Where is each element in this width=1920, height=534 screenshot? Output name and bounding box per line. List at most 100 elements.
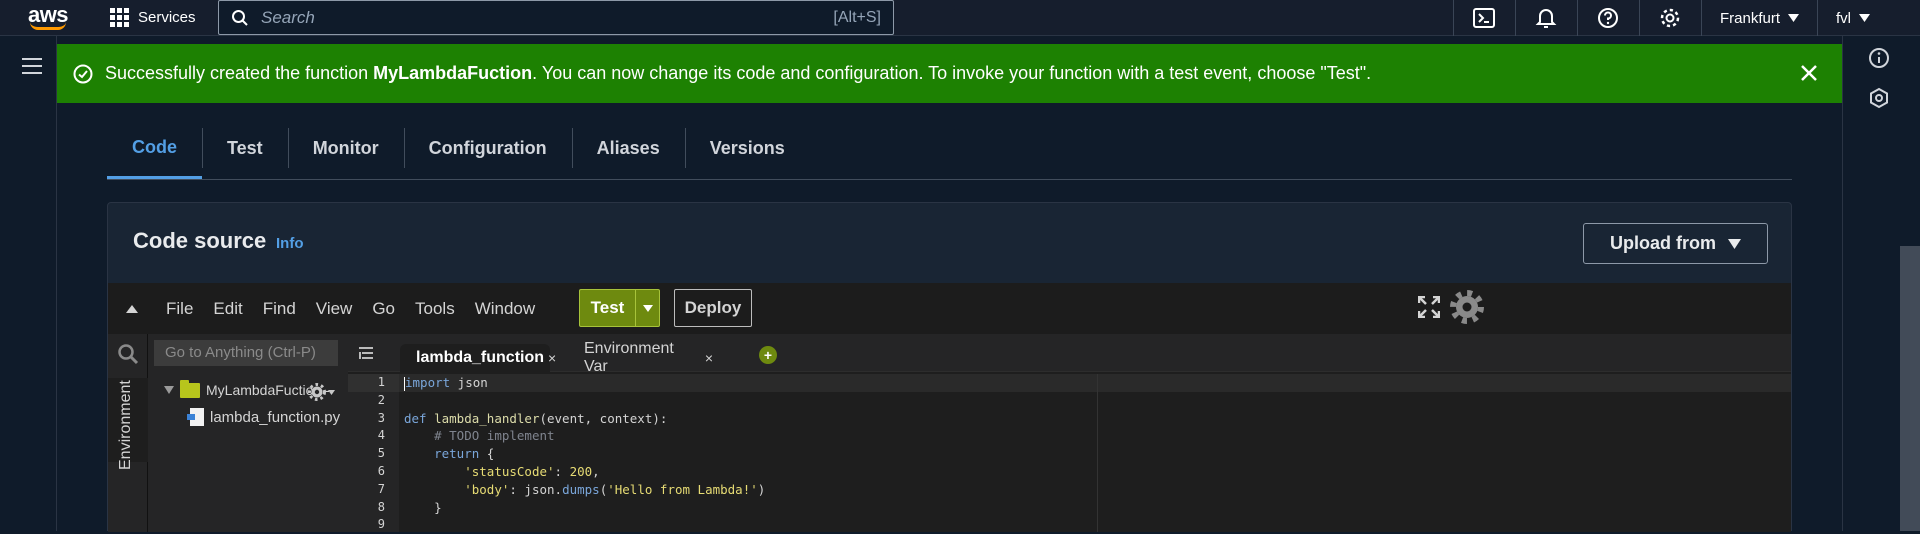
aws-smile-icon	[30, 22, 66, 30]
print-margin	[1097, 374, 1098, 532]
editor-tab-label: Environment Var	[584, 340, 674, 375]
grid-icon	[110, 7, 130, 28]
tab-versions[interactable]: Versions	[684, 118, 810, 179]
file-tree: Go to Anything (Ctrl-P) MyLambdaFuction …	[148, 334, 348, 532]
add-tab-button[interactable]: +	[759, 346, 777, 364]
bell-icon	[1536, 9, 1557, 28]
file-name: lambda_function.py	[210, 408, 341, 426]
search-placeholder: Search	[261, 7, 315, 27]
line-number: 7	[377, 481, 385, 496]
success-check-icon	[73, 64, 93, 83]
settings-icon	[1661, 8, 1680, 28]
menu-edit[interactable]: Edit	[203, 299, 252, 319]
search-icon[interactable]	[117, 343, 139, 365]
menu-tools[interactable]: Tools	[405, 299, 465, 319]
editor-tab-environment-var[interactable]: Environment Var ×	[568, 340, 723, 375]
flash-function-name: MyLambdaFuction	[373, 63, 533, 83]
function-tabs: Code Test Monitor Configuration Aliases …	[107, 118, 1792, 180]
environment-label: Environment	[117, 380, 134, 470]
info-panel-button[interactable]	[1867, 46, 1891, 70]
region-label: Frankfurt	[1719, 9, 1780, 27]
tree-file[interactable]: lambda_function.py	[187, 408, 341, 426]
python-file-icon	[187, 408, 204, 426]
line-number: 6	[377, 463, 385, 478]
help-icon	[1598, 8, 1619, 28]
menu-view[interactable]: View	[306, 299, 363, 319]
caret-down-icon	[1859, 14, 1870, 22]
menu-window[interactable]: Window	[465, 299, 545, 319]
fullscreen-icon[interactable]	[1418, 296, 1440, 318]
code-line: return {	[434, 446, 495, 462]
services-label: Services	[138, 9, 196, 26]
region-selector[interactable]: Frankfurt	[1700, 0, 1817, 36]
page-scrollbar[interactable]	[1900, 246, 1920, 531]
line-number: 2	[377, 392, 385, 407]
collapse-toggle[interactable]	[108, 283, 156, 334]
environment-tab[interactable]: Environment	[108, 378, 148, 470]
close-icon[interactable]	[1796, 60, 1822, 86]
line-number: 5	[377, 446, 385, 461]
ide-settings-gear-icon[interactable]	[1450, 290, 1484, 324]
ide-menu-bar: File Edit Find View Go Tools Window Test…	[108, 283, 1791, 334]
caret-down-icon	[1788, 14, 1799, 22]
editor-tab-label: lambda_function	[416, 349, 545, 366]
user-menu[interactable]: fvl	[1817, 0, 1920, 36]
services-menu-button[interactable]: Services	[110, 0, 196, 36]
top-navigation: aws Services Search [Alt+S] Frankfurt fv…	[0, 0, 1920, 36]
search-input[interactable]: Search [Alt+S]	[218, 0, 894, 35]
caret-down-icon	[328, 389, 335, 395]
code-line: 'body': json.dumps('Hello from Lambda!')	[464, 481, 766, 497]
search-shortcut: [Alt+S]	[833, 8, 881, 26]
cloudshell-button[interactable]	[1452, 0, 1515, 36]
editor-tab-bar: lambda_function × Environment Var × +	[348, 334, 1791, 375]
code-text-area[interactable]: import json def lambda_handler(event, co…	[399, 374, 1791, 532]
deploy-button[interactable]: Deploy	[674, 289, 752, 327]
tab-monitor[interactable]: Monitor	[287, 118, 404, 179]
aws-logo[interactable]: aws	[0, 0, 96, 36]
tab-test[interactable]: Test	[202, 118, 288, 179]
caret-down-icon	[1728, 238, 1741, 249]
resources-panel-button[interactable]	[1867, 86, 1891, 110]
tree-settings-button[interactable]	[308, 383, 335, 401]
close-tab-icon[interactable]: ×	[548, 350, 556, 366]
tab-aliases[interactable]: Aliases	[571, 118, 685, 179]
environment-rail: Environment	[108, 334, 148, 532]
test-button[interactable]: Test	[579, 289, 660, 327]
upload-from-button[interactable]: Upload from	[1583, 223, 1768, 264]
flash-message: Successfully created the function MyLamb…	[105, 63, 1371, 84]
tab-menu-icon[interactable]	[358, 346, 376, 360]
line-number: 3	[377, 410, 385, 425]
notifications-button[interactable]	[1514, 0, 1577, 36]
code-line: }	[404, 499, 442, 515]
test-label: Test	[580, 290, 636, 326]
menu-file[interactable]: File	[156, 299, 203, 319]
editor-tab-lambda-function[interactable]: lambda_function ×	[400, 344, 556, 372]
test-dropdown[interactable]	[636, 290, 659, 326]
close-tab-icon[interactable]: ×	[705, 350, 713, 366]
menu-go[interactable]: Go	[362, 299, 405, 319]
hexagon-icon	[1870, 87, 1888, 109]
line-number: 9	[377, 517, 385, 532]
info-link[interactable]: Info	[276, 235, 304, 252]
folder-icon	[180, 379, 200, 398]
goto-anything-input[interactable]: Go to Anything (Ctrl-P)	[154, 340, 338, 366]
caret-down-icon	[642, 304, 653, 312]
menu-find[interactable]: Find	[253, 299, 306, 319]
line-number-gutter: 1 2 3 4 5 6 7 8 9	[348, 374, 399, 532]
search-icon	[232, 9, 248, 26]
tree-folder[interactable]: MyLambdaFuction -	[164, 379, 330, 398]
help-button[interactable]	[1576, 0, 1639, 36]
caret-down-icon	[164, 386, 174, 394]
code-line: def lambda_handler(event, context):	[404, 410, 668, 426]
nav-right: Frankfurt fvl	[1452, 0, 1920, 36]
aws-logo-text: aws	[27, 1, 69, 27]
tab-configuration[interactable]: Configuration	[403, 118, 572, 179]
line-number: 1	[348, 374, 399, 392]
hamburger-menu-icon[interactable]	[22, 58, 42, 79]
line-number: 8	[377, 499, 385, 514]
tab-code[interactable]: Code	[107, 118, 202, 179]
settings-button[interactable]	[1638, 0, 1701, 36]
flash-suffix: . You can now change its code and config…	[532, 63, 1372, 83]
